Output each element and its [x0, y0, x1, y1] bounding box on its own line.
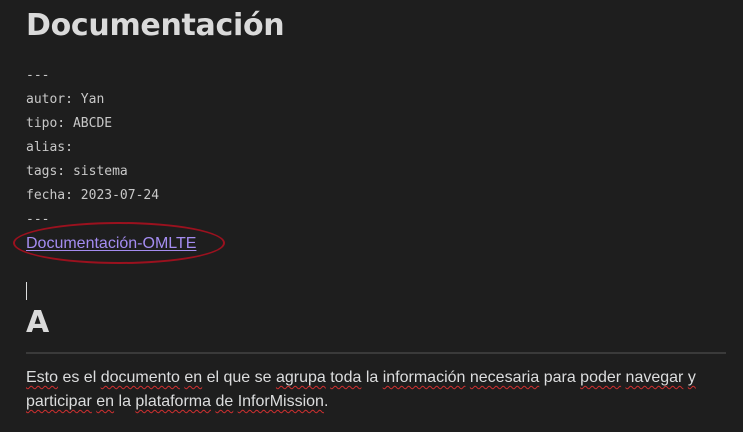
- misspelled-word[interactable]: en: [184, 369, 202, 386]
- misspelled-word[interactable]: en: [96, 393, 114, 410]
- frontmatter-fecha: fecha: 2023-07-24: [26, 188, 160, 203]
- misspelled-word[interactable]: InforMission: [238, 393, 324, 410]
- paragraph-text: la: [114, 393, 136, 410]
- misspelled-word[interactable]: información: [383, 369, 466, 386]
- misspelled-word[interactable]: plataforma: [135, 393, 211, 410]
- frontmatter-open-delimiter: ---: [26, 68, 50, 83]
- frontmatter-tags: tags: sistema: [26, 164, 128, 179]
- paragraph-text: la: [361, 369, 383, 386]
- section-heading: A: [26, 305, 50, 340]
- misspelled-word[interactable]: participar: [26, 393, 92, 410]
- frontmatter-close-delimiter: ---: [26, 212, 50, 227]
- misspelled-word[interactable]: agrupa: [276, 369, 326, 386]
- note-editor[interactable]: Documentación --- autor: Yan tipo: ABCDE…: [0, 0, 743, 432]
- misspelled-word[interactable]: necesaria: [470, 369, 539, 386]
- frontmatter-autor: autor: Yan: [26, 92, 105, 107]
- text-cursor: [26, 282, 27, 300]
- note-title[interactable]: Documentación: [26, 6, 285, 46]
- misspelled-word[interactable]: navegar: [626, 369, 684, 386]
- misspelled-word[interactable]: toda: [330, 369, 361, 386]
- misspelled-word[interactable]: Esto: [26, 369, 58, 386]
- frontmatter-alias: alias:: [26, 140, 73, 155]
- paragraph-text: el que se: [202, 369, 276, 386]
- heading-divider: [26, 352, 726, 354]
- paragraph-text: para: [539, 369, 581, 386]
- misspelled-word[interactable]: poder: [580, 369, 621, 386]
- frontmatter-tipo: tipo: ABCDE: [26, 116, 113, 131]
- frontmatter-block[interactable]: --- autor: Yan tipo: ABCDE alias: tags: …: [26, 64, 159, 232]
- misspelled-word[interactable]: y: [688, 369, 696, 386]
- paragraph-text: es el: [58, 369, 101, 386]
- paragraph-text: .: [323, 393, 329, 410]
- internal-link-line: Documentación-OMLTE: [26, 232, 196, 256]
- misspelled-word[interactable]: documento: [101, 369, 180, 386]
- internal-link-documentacion-omlte[interactable]: Documentación-OMLTE: [26, 235, 196, 252]
- body-paragraph[interactable]: Esto es el documento en el que se agrupa…: [26, 366, 731, 414]
- misspelled-word[interactable]: de: [215, 393, 233, 410]
